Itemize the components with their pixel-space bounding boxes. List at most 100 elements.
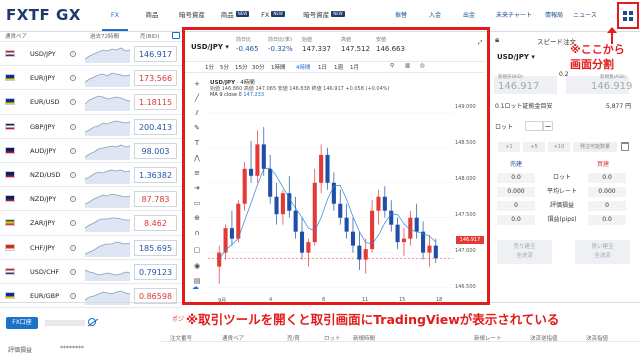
flag-icon: [5, 98, 15, 106]
header-chart: 過去72時間: [90, 34, 119, 40]
info-icon[interactable]: i: [70, 244, 76, 251]
rate-row[interactable]: USD/CHF i 0.79123: [0, 260, 182, 284]
timeframe-button[interactable]: 1日: [318, 63, 327, 71]
bid-price[interactable]: 0.79123: [134, 263, 177, 280]
pattern-icon[interactable]: ⋀: [192, 154, 202, 162]
magnet-icon[interactable]: ∩: [192, 229, 202, 237]
lot-minus-button[interactable]: −: [543, 121, 553, 131]
chip-max[interactable]: 発注可能数量: [573, 142, 617, 152]
tab-commodity-new[interactable]: 商品 NEW: [216, 0, 254, 31]
lock-icon[interactable]: ▢: [192, 246, 202, 254]
bid-price[interactable]: 1.18115: [134, 94, 177, 111]
bid-price[interactable]: 185.695: [134, 239, 177, 256]
lot-input[interactable]: [525, 121, 543, 131]
top-nav: FXTF GX FX 商品 暗号資産 商品 NEW FX NEW 暗号資産 NEW 振…: [0, 0, 640, 32]
flag-icon: [5, 122, 15, 130]
trash-icon[interactable]: [621, 142, 629, 151]
rate-row[interactable]: CHF/JPY i 185.695: [0, 236, 182, 260]
bid-price[interactable]: 98.003: [134, 142, 177, 159]
nav-news[interactable]: ニュース: [572, 0, 598, 31]
bid-price[interactable]: 173.566: [134, 70, 177, 87]
nav-future-chart[interactable]: 未来チャート: [493, 0, 535, 31]
bid-price[interactable]: 200.413: [134, 118, 177, 135]
nav-info[interactable]: 情報局: [542, 0, 566, 31]
timeframe-button[interactable]: 4時間: [296, 63, 311, 71]
fullscreen-icon[interactable]: ⤢: [478, 40, 482, 47]
timeframe-button[interactable]: 1月: [350, 63, 359, 71]
candle-body: [236, 203, 241, 239]
info-icon[interactable]: i: [70, 147, 76, 154]
timeframe-button[interactable]: 5分: [220, 63, 229, 71]
chart-type-icon[interactable]: ▥: [405, 63, 410, 69]
sparkline: [85, 193, 130, 209]
lock-icon[interactable]: 🔒︎: [495, 35, 499, 45]
list-settings-icon[interactable]: [172, 32, 180, 39]
tab-fx-new[interactable]: FX NEW: [259, 0, 287, 31]
info-icon[interactable]: i: [70, 196, 76, 203]
timeframe-button[interactable]: 1時間: [271, 63, 286, 71]
zoom-icon[interactable]: ⊕: [192, 214, 202, 222]
candle-body: [306, 242, 311, 253]
info-icon[interactable]: i: [70, 171, 76, 178]
fib-icon[interactable]: ≡: [192, 169, 202, 177]
info-icon[interactable]: i: [70, 292, 76, 299]
candlestick-plot[interactable]: [208, 100, 453, 295]
timeframe-button[interactable]: 30分: [252, 63, 265, 71]
bid-price[interactable]: 8.462: [134, 215, 177, 232]
hide-eye-icon[interactable]: [88, 318, 96, 326]
info-icon[interactable]: i: [70, 75, 76, 82]
candle-body: [261, 144, 266, 169]
indicator-icon[interactable]: ⚲: [390, 63, 394, 69]
nav-deposit[interactable]: 入金: [424, 0, 446, 31]
timeframe-button[interactable]: 15分: [235, 63, 248, 71]
bid-price[interactable]: 87.783: [134, 191, 177, 208]
rate-row[interactable]: GBP/JPY i 200.413: [0, 115, 182, 139]
rate-row[interactable]: EUR/USD i 1.18115: [0, 90, 182, 115]
info-icon[interactable]: i: [70, 51, 76, 57]
candle-body: [242, 168, 247, 204]
trendline-icon[interactable]: ╱: [192, 94, 202, 102]
ruler-icon[interactable]: ▭: [192, 199, 202, 207]
rate-row[interactable]: USD/JPY i 146.917: [0, 42, 182, 67]
annotation-split-screen: ※ここから 画面分割: [570, 43, 625, 71]
nav-transfer[interactable]: 振替: [390, 0, 412, 31]
info-icon[interactable]: i: [70, 220, 76, 227]
brush-icon[interactable]: ✎: [192, 124, 202, 132]
fx-account-button[interactable]: FX口座: [6, 317, 38, 329]
text-icon[interactable]: T: [192, 139, 202, 147]
chip-plus5[interactable]: +5: [523, 142, 545, 152]
rate-row[interactable]: EUR/JPY i 173.566: [0, 66, 182, 91]
chip-plus1[interactable]: +1: [498, 142, 520, 152]
chip-plus10[interactable]: +10: [548, 142, 570, 152]
tab-crypto[interactable]: 暗号資産: [175, 0, 209, 31]
timeframe-button[interactable]: 1分: [205, 63, 214, 71]
tab-crypto-new[interactable]: 暗号資産 NEW: [300, 0, 348, 31]
label-open: 始値: [302, 37, 313, 43]
eye-icon[interactable]: ◉: [192, 262, 202, 270]
info-icon[interactable]: i: [70, 268, 76, 275]
account-number-masked: [45, 320, 85, 326]
info-icon[interactable]: i: [70, 99, 76, 106]
cloud-icon[interactable]: ☁: [192, 283, 199, 291]
rate-row[interactable]: NZD/USD i 1.36382: [0, 163, 182, 188]
tab-fx[interactable]: FX: [102, 0, 128, 31]
rate-row[interactable]: NZD/JPY i 87.783: [0, 187, 182, 212]
tab-commodity[interactable]: 商品: [138, 0, 166, 31]
chart-symbol[interactable]: USD/JPY ▾: [191, 43, 229, 51]
rate-row[interactable]: AUD/JPY i 98.003: [0, 139, 182, 163]
timeframe-button[interactable]: 1週: [334, 63, 343, 71]
nav-withdraw[interactable]: 出金: [458, 0, 480, 31]
layout-grid-icon[interactable]: [623, 11, 633, 21]
bid-price[interactable]: 1.36382: [134, 166, 177, 183]
info-icon[interactable]: i: [70, 123, 76, 130]
crosshair-icon[interactable]: +: [192, 80, 202, 88]
arrow-icon[interactable]: ➔: [192, 184, 202, 192]
parallel-icon[interactable]: ⫽: [192, 109, 202, 117]
bid-price[interactable]: 146.917: [134, 46, 177, 62]
close-all-sell-button[interactable]: 売り建玉 全決済: [497, 240, 552, 264]
camera-icon[interactable]: ◎: [420, 63, 425, 69]
order-pair-select[interactable]: USD/JPY ▾: [497, 53, 535, 61]
positions-tab[interactable]: ポジ: [172, 314, 184, 323]
rate-row[interactable]: ZAR/JPY i 8.462: [0, 211, 182, 236]
close-all-buy-button[interactable]: 買い建玉 全決済: [575, 240, 630, 264]
